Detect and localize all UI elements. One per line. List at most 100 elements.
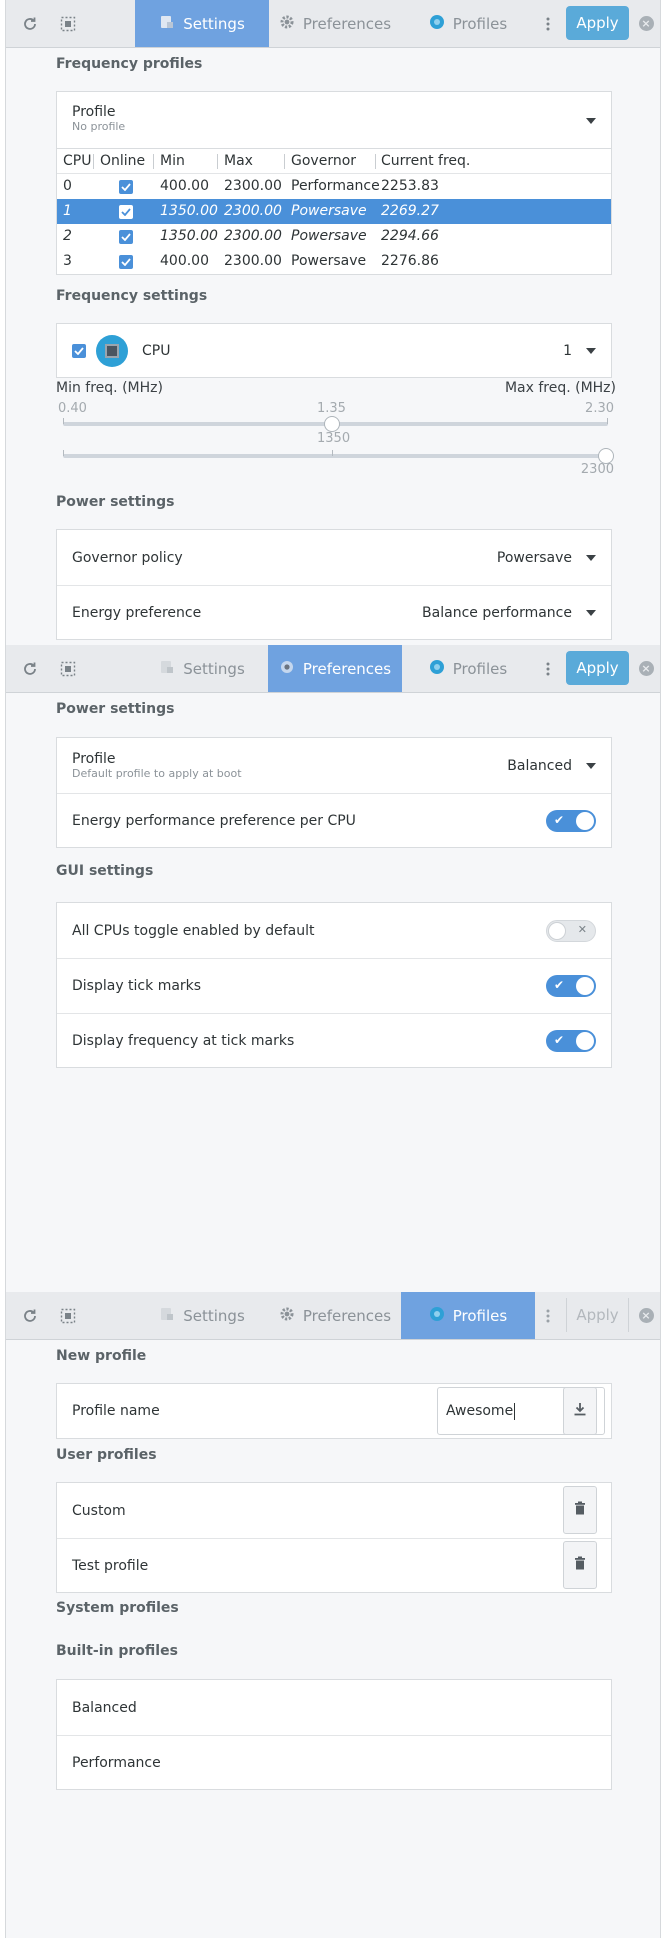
settings-tab-icon <box>159 659 175 679</box>
chevron-down-icon[interactable] <box>586 762 596 769</box>
tab-profiles[interactable]: Profiles <box>401 0 535 47</box>
cpu-chip-icon <box>96 334 128 367</box>
menu-icon[interactable] <box>538 0 558 47</box>
headerbar: Settings Preferences Profiles Apply × <box>6 0 660 48</box>
list-item[interactable]: Performance <box>57 1735 611 1790</box>
tab-settings[interactable]: Settings <box>135 645 269 692</box>
min-freq-slider-knob[interactable] <box>324 416 340 432</box>
online-checkbox[interactable] <box>119 230 133 244</box>
close-icon[interactable]: × <box>635 1292 657 1339</box>
trash-icon <box>574 1556 586 1574</box>
delete-profile-button[interactable] <box>563 1541 597 1589</box>
close-icon[interactable]: × <box>635 0 657 47</box>
table-row[interactable]: 3 400.00 2300.00 Powersave 2276.86 <box>57 249 611 274</box>
col-min[interactable]: Min <box>160 149 185 174</box>
freq-tick-marks-label: Display frequency at tick marks <box>72 1033 295 1049</box>
apply-button[interactable]: Apply <box>566 651 629 685</box>
cell-governor: Powersave <box>291 228 367 244</box>
table-row[interactable]: 1 1350.00 2300.00 Powersave 2269.27 <box>57 199 611 224</box>
col-cpu[interactable]: CPU <box>63 149 91 174</box>
tab-profiles-label: Profiles <box>452 659 508 678</box>
cpu-selector-card: CPU 1 <box>56 323 612 378</box>
default-profile-row[interactable]: Profile Default profile to apply at boot… <box>57 738 611 793</box>
tick-marks-switch[interactable]: ✔ <box>546 975 596 997</box>
list-item[interactable]: Balanced <box>57 1680 611 1735</box>
profiles-icon <box>429 1306 445 1326</box>
governor-value[interactable]: Powersave <box>497 550 572 566</box>
default-profile-value[interactable]: Balanced <box>507 758 572 774</box>
save-profile-button[interactable] <box>563 1387 597 1435</box>
refresh-icon[interactable] <box>12 1292 48 1339</box>
cell-max: 2300.00 <box>224 253 282 269</box>
cpu-selected-value[interactable]: 1 <box>563 343 572 359</box>
all-cpus-toggle-row: All CPUs toggle enabled by default ✕ <box>57 903 611 958</box>
col-online[interactable]: Online <box>100 149 145 174</box>
cell-current-freq: 2269.27 <box>381 203 439 219</box>
energy-preference-value[interactable]: Balance performance <box>422 605 572 621</box>
power-settings-card: Profile Default profile to apply at boot… <box>56 737 612 848</box>
apply-button[interactable]: Apply <box>566 6 629 40</box>
online-checkbox[interactable] <box>119 205 133 219</box>
tab-preferences[interactable]: Preferences <box>268 645 402 692</box>
builtin-profile-name: Performance <box>72 1755 161 1771</box>
all-cpus-toggle-switch[interactable]: ✕ <box>546 919 596 942</box>
governor-row[interactable]: Governor policy Powersave <box>57 530 611 585</box>
cell-cpu: 0 <box>63 178 72 194</box>
cell-current-freq: 2294.66 <box>381 228 439 244</box>
chevron-down-icon[interactable] <box>586 610 596 616</box>
new-profile-title: New profile <box>56 1348 147 1364</box>
tab-profiles-label: Profiles <box>452 14 508 33</box>
menu-icon[interactable] <box>538 1292 558 1339</box>
select-all-icon[interactable] <box>50 0 86 47</box>
cell-governor: Powersave <box>291 253 367 269</box>
table-row[interactable]: 0 400.00 2300.00 Performance 2253.83 <box>57 174 611 199</box>
online-checkbox[interactable] <box>119 255 133 269</box>
menu-icon[interactable] <box>538 645 558 692</box>
tick-marks-row: Display tick marks ✔ <box>57 958 611 1013</box>
cell-current-freq: 2253.83 <box>381 178 439 194</box>
gui-settings-card: All CPUs toggle enabled by default ✕ Dis… <box>56 902 612 1068</box>
chevron-down-icon[interactable] <box>586 347 596 354</box>
builtin-profile-name: Balanced <box>72 1699 137 1716</box>
tab-preferences-label: Preferences <box>302 14 392 33</box>
tab-settings-label: Settings <box>183 659 245 678</box>
apply-button[interactable]: Apply <box>566 1298 629 1332</box>
list-item[interactable]: Custom <box>57 1483 611 1538</box>
cell-cpu: 2 <box>63 228 72 244</box>
trash-icon <box>574 1501 586 1519</box>
tab-preferences[interactable]: Preferences <box>268 0 402 47</box>
tab-settings[interactable]: Settings <box>135 0 269 47</box>
close-icon[interactable]: × <box>635 645 657 692</box>
col-current-freq[interactable]: Current freq. <box>381 149 470 174</box>
gear-icon <box>279 14 295 34</box>
energy-preference-row[interactable]: Energy preference Balance performance <box>57 585 611 640</box>
delete-profile-button[interactable] <box>563 1486 597 1534</box>
refresh-icon[interactable] <box>12 645 48 692</box>
chevron-down-icon[interactable] <box>586 554 596 561</box>
settings-tab-icon <box>159 14 175 34</box>
tab-profiles[interactable]: Profiles <box>401 1292 535 1339</box>
epp-per-cpu-switch[interactable]: ✔ <box>546 810 596 832</box>
tab-profiles[interactable]: Profiles <box>401 645 535 692</box>
select-all-icon[interactable] <box>50 645 86 692</box>
col-governor[interactable]: Governor <box>291 149 356 174</box>
online-checkbox[interactable] <box>119 180 133 194</box>
list-item[interactable]: Test profile <box>57 1538 611 1593</box>
user-profile-name: Test profile <box>72 1558 149 1574</box>
select-all-icon[interactable] <box>50 1292 86 1339</box>
table-row[interactable]: 2 1350.00 2300.00 Powersave 2294.66 <box>57 224 611 249</box>
power-settings-title: Power settings <box>56 701 175 717</box>
all-cpus-checkbox[interactable] <box>72 343 86 358</box>
tab-preferences[interactable]: Preferences <box>268 1292 402 1339</box>
col-max[interactable]: Max <box>224 149 253 174</box>
cpu-selector-row: CPU 1 <box>57 324 611 377</box>
refresh-icon[interactable] <box>12 0 48 47</box>
freq-tick-marks-switch[interactable]: ✔ <box>546 1030 596 1052</box>
cpu-table: CPU Online Min Max Governor Current freq… <box>56 149 612 275</box>
all-cpus-toggle-label: All CPUs toggle enabled by default <box>72 922 315 939</box>
gui-settings-title: GUI settings <box>56 863 154 879</box>
builtin-profiles-card: Balanced Performance <box>56 1679 612 1790</box>
tab-settings[interactable]: Settings <box>135 1292 269 1339</box>
max-freq-slider[interactable] <box>63 454 608 458</box>
profile-dropdown[interactable]: Profile No profile <box>56 91 612 149</box>
